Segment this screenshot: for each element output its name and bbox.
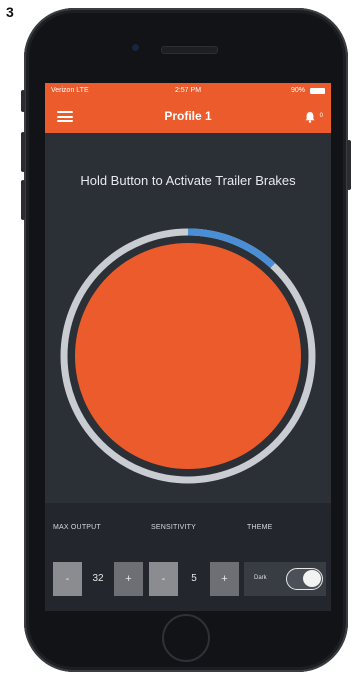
theme-control: Dark	[244, 562, 326, 596]
nav-bar: Profile 1 0	[45, 101, 331, 131]
earpiece-speaker	[161, 46, 218, 54]
sensitivity-minus-button[interactable]: -	[149, 562, 178, 596]
instruction-text: Hold Button to Activate Trailer Brakes	[80, 173, 296, 188]
battery-icon	[310, 88, 325, 94]
status-bar: Verizon LTE 2:57 PM 90%	[45, 85, 331, 98]
silent-switch	[21, 90, 25, 112]
sensitivity-label: SENSITIVITY	[151, 524, 196, 531]
volume-up-button	[21, 132, 25, 172]
sensitivity-value: 5	[191, 573, 197, 584]
theme-label: THEME	[247, 524, 273, 531]
app-header: Verizon LTE 2:57 PM 90% Profile 1 0	[45, 83, 331, 133]
front-camera	[132, 44, 139, 51]
max-output-label: MAX OUTPUT	[53, 524, 101, 531]
theme-toggle[interactable]	[286, 568, 323, 590]
notification-count: 0	[319, 113, 323, 119]
power-button	[347, 140, 351, 190]
brake-button-area	[60, 228, 316, 484]
app-screen: Verizon LTE 2:57 PM 90% Profile 1 0 Hold…	[45, 83, 331, 611]
step-number: 3	[6, 4, 14, 20]
max-output-stepper: - 32 +	[53, 562, 143, 596]
theme-value-label: Dark	[254, 575, 267, 581]
toggle-knob	[303, 570, 321, 587]
brake-activate-button[interactable]	[75, 243, 301, 469]
max-output-value: 32	[92, 573, 104, 584]
volume-down-button	[21, 180, 25, 220]
page-title: Profile 1	[164, 109, 212, 123]
home-button[interactable]	[162, 614, 210, 662]
max-output-plus-button[interactable]: +	[114, 562, 143, 596]
sensitivity-stepper: - 5 +	[149, 562, 239, 596]
phone-frame: Verizon LTE 2:57 PM 90% Profile 1 0 Hold…	[21, 8, 351, 672]
controls-panel: MAX OUTPUT SENSITIVITY THEME - 32 + - 5 …	[45, 503, 331, 611]
bell-icon[interactable]	[304, 111, 316, 123]
max-output-minus-button[interactable]: -	[53, 562, 82, 596]
battery-percent: 90%	[290, 87, 305, 94]
sensitivity-plus-button[interactable]: +	[210, 562, 239, 596]
clock-label: 2:57 PM	[174, 87, 202, 94]
